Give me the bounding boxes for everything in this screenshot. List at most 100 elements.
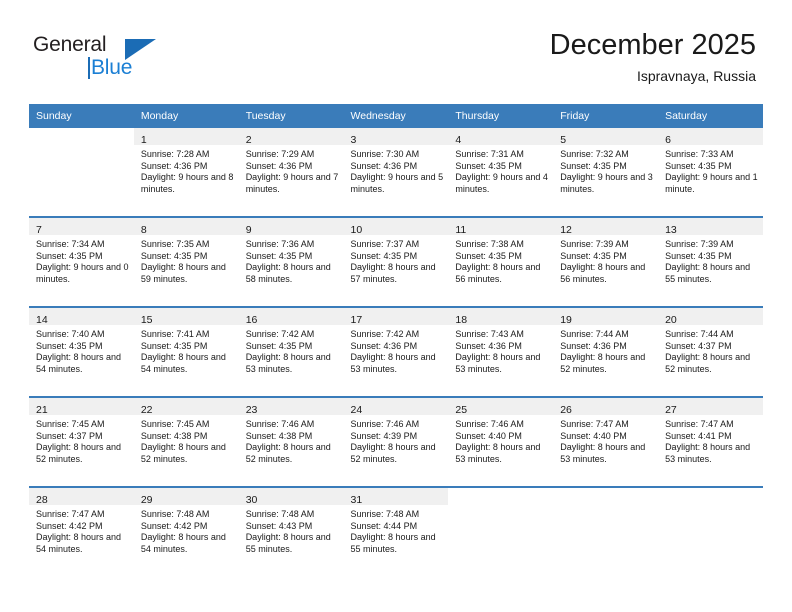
calendar-day-cell[interactable]: 29 Sunrise: 7:48 AM Sunset: 4:42 PM Dayligh… (133, 486, 239, 576)
calendar-day-cell[interactable]: 10 Sunrise: 7:37 AM Sunset: 4:35 PM Dayligh… (343, 216, 449, 307)
calendar-day-cell[interactable]: 12 Sunrise: 7:39 AM Sunset: 4:35 PM Dayligh… (553, 216, 659, 307)
day-sun-info: Sunrise: 7:35 AM Sunset: 4:35 PM Daylight:… (134, 235, 239, 285)
day-number: 13 (665, 224, 677, 236)
sunset-text: Sunset: 4:35 PM (455, 160, 522, 171)
calendar-day-cell[interactable]: 20 Sunrise: 7:44 AM Sunset: 4:37 PM Dayligh… (658, 306, 763, 397)
calendar-day-cell[interactable]: 16 Sunrise: 7:42 AM Sunset: 4:35 PM Dayligh… (238, 306, 344, 397)
calendar-day-cell[interactable]: 5 Sunrise: 7:32 AM Sunset: 4:35 PM Daylight… (553, 128, 659, 217)
general-blue-logo[interactable]: General Blue (33, 33, 163, 83)
day-number-band: 21 (29, 398, 134, 416)
day-cell-content: 22 Sunrise: 7:45 AM Sunset: 4:38 PM Dayligh… (133, 398, 239, 486)
sunset-text: Sunset: 4:35 PM (665, 250, 732, 261)
day-cell-content: 27 Sunrise: 7:47 AM Sunset: 4:41 PM Dayligh… (658, 398, 763, 486)
day-number: 18 (455, 314, 468, 326)
calendar-day-cell[interactable]: 25 Sunrise: 7:46 AM Sunset: 4:40 PM Dayligh… (448, 396, 554, 487)
calendar-day-cell[interactable]: 18 Sunrise: 7:43 AM Sunset: 4:36 PM Dayligh… (448, 306, 554, 397)
day-number-band: 7 (29, 218, 134, 236)
day-number: 10 (350, 224, 363, 236)
calendar-day-cell[interactable]: 23 Sunrise: 7:46 AM Sunset: 4:38 PM Dayligh… (238, 396, 344, 487)
daylight-text: Daylight: 8 hours and 58 minutes. (245, 262, 331, 284)
sunset-text: Sunset: 4:35 PM (245, 250, 313, 261)
day-number: 29 (140, 494, 153, 506)
calendar-day-cell[interactable]: 6 Sunrise: 7:33 AM Sunset: 4:35 PM Daylight… (658, 128, 763, 217)
day-sun-info: Sunrise: 7:39 AM Sunset: 4:35 PM Daylight:… (658, 235, 763, 285)
day-number: 5 (560, 134, 567, 146)
calendar-day-cell[interactable]: 9 Sunrise: 7:36 AM Sunset: 4:35 PM Daylight… (238, 216, 344, 307)
calendar-day-cell[interactable]: 31 Sunrise: 7:48 AM Sunset: 4:44 PM Dayligh… (343, 486, 449, 576)
day-sun-info: Sunrise: 7:46 AM Sunset: 4:40 PM Daylight:… (448, 415, 553, 465)
day-number-band: 28 (29, 488, 134, 506)
day-number-band (29, 128, 134, 145)
day-number: 14 (36, 314, 48, 326)
day-number-band: 15 (133, 308, 239, 326)
day-number-band: 24 (343, 398, 449, 416)
sunrise-text: Sunrise: 7:44 AM (665, 329, 734, 339)
day-number: 25 (455, 404, 468, 416)
title-block: December 2025 Ispravnaya, Russia (550, 28, 756, 85)
day-cell-content: 28 Sunrise: 7:47 AM Sunset: 4:42 PM Dayligh… (29, 488, 134, 576)
daylight-text: Daylight: 8 hours and 54 minutes. (140, 532, 226, 554)
day-sun-info: Sunrise: 7:46 AM Sunset: 4:38 PM Daylight:… (239, 415, 344, 465)
sunrise-text: Sunrise: 7:39 AM (560, 239, 629, 249)
day-number: 12 (560, 224, 572, 236)
sunset-text: Sunset: 4:40 PM (455, 430, 522, 441)
calendar-day-cell[interactable]: 13 Sunrise: 7:39 AM Sunset: 4:35 PM Dayligh… (658, 216, 763, 307)
day-number: 9 (245, 224, 252, 236)
day-sun-info: Sunrise: 7:37 AM Sunset: 4:35 PM Daylight:… (344, 235, 449, 285)
day-number: 6 (665, 134, 671, 146)
daylight-text: Daylight: 8 hours and 53 minutes. (245, 352, 331, 374)
calendar-day-cell[interactable]: 19 Sunrise: 7:44 AM Sunset: 4:36 PM Dayligh… (553, 306, 659, 397)
calendar-day-cell[interactable]: 3 Sunrise: 7:30 AM Sunset: 4:36 PM Daylight… (343, 128, 449, 217)
sunset-text: Sunset: 4:36 PM (560, 340, 627, 351)
calendar-day-cell[interactable]: 28 Sunrise: 7:47 AM Sunset: 4:42 PM Dayligh… (29, 486, 134, 576)
calendar-week-row: 1 Sunrise: 7:28 AM Sunset: 4:36 PM Daylight… (29, 128, 763, 217)
daylight-text: Daylight: 9 hours and 5 minutes. (350, 172, 444, 194)
calendar-day-cell[interactable]: 8 Sunrise: 7:35 AM Sunset: 4:35 PM Daylight… (133, 216, 239, 307)
day-number-band: 11 (448, 218, 554, 236)
day-number-band: 18 (448, 308, 554, 326)
calendar-day-cell[interactable]: 22 Sunrise: 7:45 AM Sunset: 4:38 PM Dayligh… (133, 396, 239, 487)
day-cell-content: 15 Sunrise: 7:41 AM Sunset: 4:35 PM Dayligh… (133, 308, 239, 396)
daylight-text: Daylight: 8 hours and 52 minutes. (36, 442, 122, 464)
sunrise-text: Sunrise: 7:48 AM (245, 509, 315, 519)
sunrise-text: Sunrise: 7:48 AM (140, 509, 210, 519)
calendar-day-cell[interactable]: 17 Sunrise: 7:42 AM Sunset: 4:36 PM Dayligh… (343, 306, 449, 397)
calendar-week-row: 28 Sunrise: 7:47 AM Sunset: 4:42 PM Dayligh… (29, 486, 763, 576)
calendar-day-cell[interactable]: 27 Sunrise: 7:47 AM Sunset: 4:41 PM Dayligh… (658, 396, 763, 487)
sunrise-text: Sunrise: 7:47 AM (560, 419, 629, 429)
sunset-text: Sunset: 4:35 PM (560, 160, 627, 171)
calendar-week-row: 7 Sunrise: 7:34 AM Sunset: 4:35 PM Daylight… (29, 216, 763, 307)
calendar-week-row: 21 Sunrise: 7:45 AM Sunset: 4:37 PM Dayligh… (29, 396, 763, 487)
sunrise-text: Sunrise: 7:31 AM (455, 149, 524, 159)
calendar-day-cell[interactable]: 2 Sunrise: 7:29 AM Sunset: 4:36 PM Daylight… (238, 128, 344, 217)
daylight-text: Daylight: 8 hours and 52 minutes. (245, 442, 331, 464)
sunrise-text: Sunrise: 7:34 AM (36, 239, 105, 249)
calendar-day-cell[interactable]: 4 Sunrise: 7:31 AM Sunset: 4:35 PM Daylight… (448, 128, 554, 217)
sunset-text: Sunset: 4:36 PM (350, 160, 418, 171)
calendar-day-cell[interactable]: 11 Sunrise: 7:38 AM Sunset: 4:35 PM Dayligh… (448, 216, 554, 307)
calendar-day-cell[interactable]: 14 Sunrise: 7:40 AM Sunset: 4:35 PM Dayligh… (29, 306, 134, 397)
sunset-text: Sunset: 4:37 PM (665, 340, 732, 351)
calendar-day-cell[interactable]: 1 Sunrise: 7:28 AM Sunset: 4:36 PM Daylight… (133, 128, 239, 217)
day-number-band (448, 488, 554, 505)
day-number: 22 (140, 404, 153, 416)
daylight-text: Daylight: 8 hours and 57 minutes. (350, 262, 436, 284)
day-cell-content: 3 Sunrise: 7:30 AM Sunset: 4:36 PM Daylight… (343, 128, 449, 216)
calendar-day-cell[interactable]: 21 Sunrise: 7:45 AM Sunset: 4:37 PM Dayligh… (29, 396, 134, 487)
sunset-text: Sunset: 4:36 PM (350, 340, 418, 351)
calendar-day-cell[interactable]: 7 Sunrise: 7:34 AM Sunset: 4:35 PM Daylight… (29, 216, 134, 307)
day-cell-content: 12 Sunrise: 7:39 AM Sunset: 4:35 PM Dayligh… (553, 218, 659, 306)
calendar-day-cell[interactable]: 30 Sunrise: 7:48 AM Sunset: 4:43 PM Dayligh… (238, 486, 344, 576)
sunset-text: Sunset: 4:41 PM (665, 430, 732, 441)
day-number-band: 27 (658, 398, 763, 416)
logo-text-blue: Blue (91, 56, 133, 79)
day-number-band: 30 (238, 488, 344, 506)
day-number-band: 12 (553, 218, 659, 236)
day-sun-info: Sunrise: 7:45 AM Sunset: 4:38 PM Daylight:… (134, 415, 239, 465)
calendar-day-cell[interactable]: 15 Sunrise: 7:41 AM Sunset: 4:35 PM Dayligh… (133, 306, 239, 397)
sunset-text: Sunset: 4:39 PM (350, 430, 418, 441)
day-number-band: 9 (238, 218, 344, 236)
calendar-day-cell[interactable]: 24 Sunrise: 7:46 AM Sunset: 4:39 PM Dayligh… (343, 396, 449, 487)
calendar-day-cell[interactable]: 26 Sunrise: 7:47 AM Sunset: 4:40 PM Dayligh… (553, 396, 659, 487)
sunrise-text: Sunrise: 7:29 AM (245, 149, 315, 159)
